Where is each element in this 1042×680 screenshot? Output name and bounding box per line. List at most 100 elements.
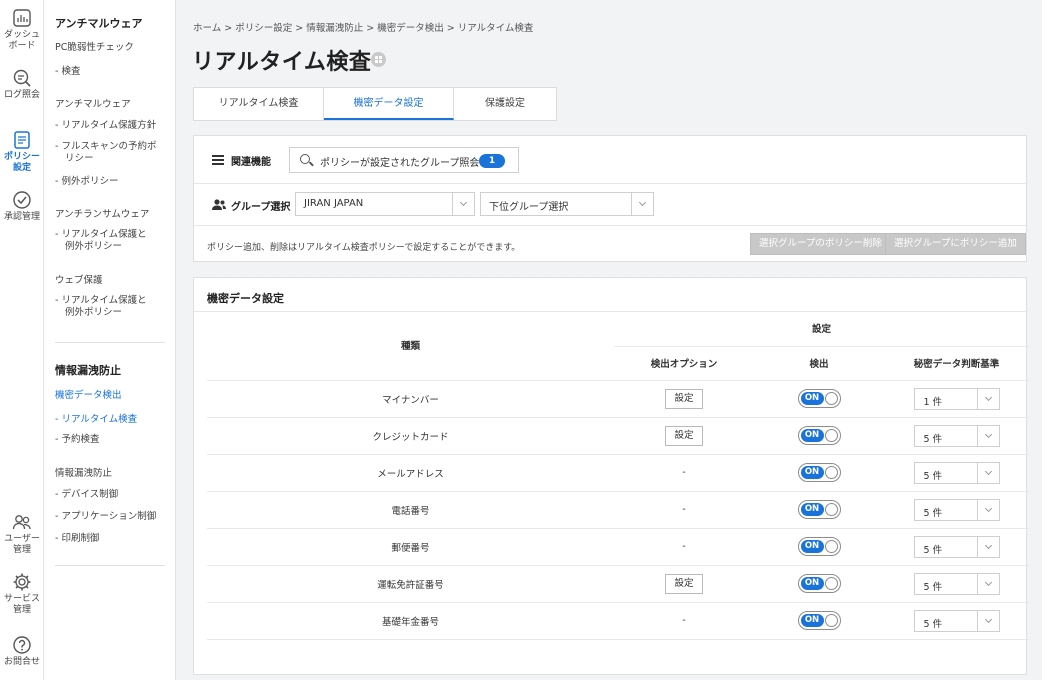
group-row: グループ選択 JIRAN JAPAN 下位グループ選択: [194, 184, 1026, 226]
criteria-value: 5 件: [923, 433, 943, 445]
rail-item-approval[interactable]: 承認管理: [0, 190, 44, 223]
help-icon: [13, 636, 31, 654]
criteria-select[interactable]: 5 件: [913, 609, 1000, 632]
nav-item-exception[interactable]: - 例外ポリシー: [55, 176, 118, 188]
main-content: ホーム > ポリシー設定 > 情報漏洩防止 > 機密データ検出 > リアルタイム…: [177, 0, 1042, 680]
criteria-select[interactable]: 5 件: [913, 424, 1000, 447]
group-query-button[interactable]: ポリシーが設定されたグループ照会 1: [289, 147, 519, 173]
chevron-down-icon: [976, 462, 999, 483]
dashboard-icon: [13, 9, 31, 27]
toggle-on-label: ON: [800, 614, 824, 627]
related-label: 関連機能: [231, 157, 271, 168]
toggle-knob: [824, 614, 838, 627]
nav-item-fullscan-line1: - フルスキャンの予約ポ: [55, 141, 157, 152]
icon-rail: ダッシュ ボード ログ照会 ポリシー 設定 承認管理 ユーザー 管理 サービス …: [0, 0, 44, 680]
tab-protection[interactable]: 保護設定: [454, 88, 556, 120]
rail-item-users[interactable]: ユーザー 管理: [0, 512, 44, 556]
criteria-select[interactable]: 5 件: [913, 498, 1000, 521]
group-icon: [212, 199, 226, 210]
table-row: 電話番号 - ON 5 件: [207, 490, 1029, 528]
detect-toggle[interactable]: ON: [797, 389, 841, 408]
rail-label-log: ログ照会: [3, 90, 40, 100]
nav-item-web-policy[interactable]: - リアルタイム保護と 例外ポリシー: [55, 295, 147, 319]
rail-item-policy[interactable]: ポリシー 設定: [0, 130, 44, 174]
nav-item-confidential[interactable]: 機密データ検出: [55, 390, 122, 402]
criteria-select[interactable]: 1 件: [913, 387, 1000, 410]
toggle-knob: [824, 540, 838, 553]
windows-icon: [371, 52, 386, 67]
group-select-label: グループ選択: [231, 202, 291, 213]
detect-toggle[interactable]: ON: [797, 537, 841, 556]
detect-toggle[interactable]: ON: [797, 463, 841, 482]
rail-item-dashboard[interactable]: ダッシュ ボード: [0, 8, 44, 52]
rail-label-policy: ポリシー 設定: [3, 152, 40, 173]
detect-toggle[interactable]: ON: [797, 574, 841, 593]
confidential-title: 機密データ設定: [207, 292, 284, 305]
tab-bar: リアルタイム検査 機密データ設定 保護設定: [193, 87, 557, 121]
confidential-table: 種類 設定 検出オプション 検出 秘密データ判断基準 マイナンバー 設定 ON …: [207, 311, 1029, 640]
nav-section-antimalware: アンチマルウェア: [55, 17, 143, 30]
nav-item-device[interactable]: - デバイス制御: [55, 489, 118, 501]
criteria-value: 5 件: [923, 507, 943, 519]
nav-item-fullscan[interactable]: - フルスキャンの予約ポ リシー: [55, 141, 156, 165]
subgroup-select-value: 下位グループ選択: [489, 202, 569, 213]
criteria-select[interactable]: 5 件: [913, 461, 1000, 484]
rail-label-help: お問合せ: [3, 657, 40, 667]
table-row: 郵便番号 - ON 5 件: [207, 527, 1029, 565]
nav-item-ar-policy[interactable]: - リアルタイム保護と 例外ポリシー: [55, 229, 147, 253]
tab-confidential[interactable]: 機密データ設定: [324, 88, 454, 120]
related-row: 関連機能 ポリシーが設定されたグループ照会 1: [194, 136, 1026, 184]
detect-toggle[interactable]: ON: [797, 500, 841, 519]
rail-item-log[interactable]: ログ照会: [0, 68, 44, 101]
nav-item-inspect[interactable]: - 検査: [55, 66, 80, 78]
toggle-on-label: ON: [800, 577, 824, 590]
breadcrumb: ホーム > ポリシー設定 > 情報漏洩防止 > 機密データ検出 > リアルタイム…: [193, 23, 534, 34]
nav-item-scheduled[interactable]: - 予約検査: [55, 434, 99, 446]
add-policy-button[interactable]: 選択グループにポリシー追加: [885, 233, 1026, 255]
criteria-select[interactable]: 5 件: [913, 535, 1000, 558]
policy-icon: [14, 131, 30, 149]
option-set-button[interactable]: 設定: [665, 388, 703, 409]
nav-item-pc-check[interactable]: PC脆弱性チェック: [55, 42, 134, 54]
rail-item-service[interactable]: サービス 管理: [0, 572, 44, 616]
col-option: 検出オプション: [650, 359, 718, 370]
toggle-knob: [824, 466, 838, 479]
chevron-down-icon: [976, 425, 999, 446]
group-select-value: JIRAN JAPAN: [304, 198, 364, 209]
nav-item-web-line2: 例外ポリシー: [65, 307, 123, 318]
chevron-down-icon: [976, 536, 999, 557]
criteria-value: 5 件: [923, 618, 943, 630]
criteria-select[interactable]: 5 件: [913, 572, 1000, 595]
nav-item-realtime[interactable]: - リアルタイム検査: [55, 414, 137, 426]
search-icon: [300, 154, 310, 164]
option-set-button[interactable]: 設定: [665, 573, 703, 594]
rail-label-dashboard: ダッシュ ボード: [3, 30, 40, 51]
row-type: メールアドレス: [207, 453, 614, 491]
table-row: マイナンバー 設定 ON 1 件: [207, 379, 1029, 417]
nav-item-rt-policy[interactable]: - リアルタイム保護方針: [55, 120, 156, 132]
approval-check-icon: [13, 191, 31, 209]
table-row: クレジットカード 設定 ON 5 件: [207, 416, 1029, 454]
log-search-icon: [13, 69, 31, 87]
detect-toggle[interactable]: ON: [797, 426, 841, 445]
group-select[interactable]: JIRAN JAPAN: [295, 192, 475, 216]
users-icon: [12, 515, 31, 530]
rail-label-approval: 承認管理: [3, 212, 40, 222]
chevron-down-icon: [976, 499, 999, 520]
subgroup-select[interactable]: 下位グループ選択: [480, 192, 654, 216]
rail-item-help[interactable]: お問合せ: [0, 635, 44, 668]
gear-icon: [13, 573, 31, 591]
chevron-down-icon: [976, 573, 999, 594]
nav-section-dlp: 情報漏洩防止: [55, 364, 121, 377]
nav-item-app[interactable]: - アプリケーション制御: [55, 511, 156, 523]
confidential-panel: 機密データ設定 種類 設定 検出オプション 検出 秘密データ判断基準 マイナンバ…: [193, 277, 1029, 675]
nav-item-print[interactable]: - 印刷制御: [55, 533, 99, 545]
option-set-button[interactable]: 設定: [665, 425, 703, 446]
nav-sub-web: ウェブ保護: [55, 275, 103, 286]
detect-toggle[interactable]: ON: [797, 611, 841, 630]
nav-sub-dlp: 情報漏洩防止: [55, 468, 113, 479]
delete-policy-button[interactable]: 選択グループのポリシー削除: [750, 233, 891, 255]
toggle-on-label: ON: [800, 503, 824, 516]
tab-realtime[interactable]: リアルタイム検査: [194, 88, 324, 120]
row-type: 郵便番号: [207, 527, 614, 565]
